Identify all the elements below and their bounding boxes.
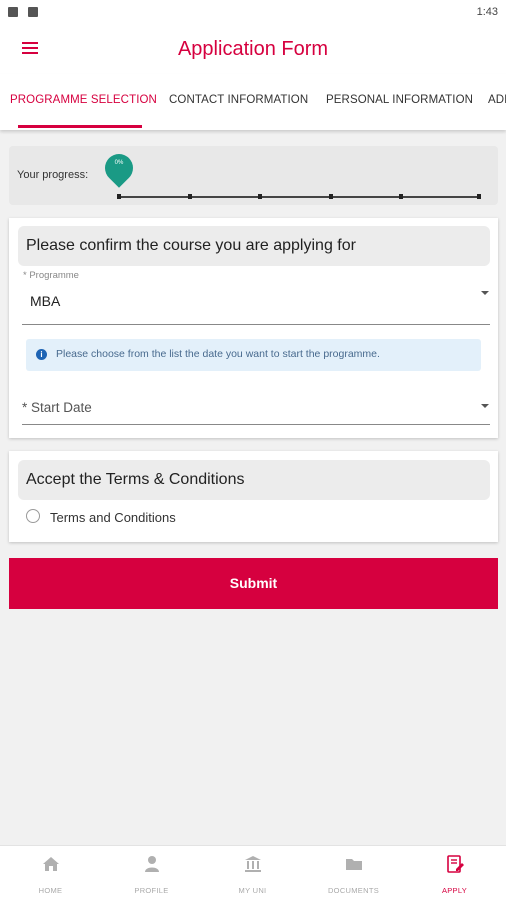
progress-track (117, 194, 481, 199)
apply-icon (446, 855, 464, 873)
submit-button[interactable]: Submit (9, 558, 498, 609)
terms-radio[interactable] (26, 509, 40, 523)
info-text: Please choose from the list the date you… (56, 348, 380, 360)
progress-value: 0% (114, 160, 124, 166)
tab-contact-information[interactable]: CONTACT INFORMATION (169, 94, 308, 106)
tab-personal-information[interactable]: PERSONAL INFORMATION (326, 94, 473, 106)
start-date-underline (22, 424, 490, 425)
progress-step (117, 194, 121, 199)
nav-documents-label: DOCUMENTS (327, 886, 380, 895)
nav-home[interactable]: HOME (0, 846, 101, 900)
terms-card-heading: Accept the Terms & Conditions (18, 460, 490, 500)
home-icon (42, 857, 59, 871)
notification-icon (28, 7, 38, 17)
nav-my-uni-label: MY UNI (238, 886, 267, 895)
nav-apply[interactable]: APPLY (404, 846, 505, 900)
terms-card: Accept the Terms & Conditions Terms and … (9, 451, 498, 542)
progress-step (477, 194, 481, 199)
nav-my-uni[interactable]: MY UNI (202, 846, 303, 900)
start-date-chevron-down-icon[interactable] (481, 404, 489, 408)
menu-icon[interactable] (22, 42, 38, 54)
programme-underline (22, 324, 490, 325)
active-tab-indicator (18, 125, 142, 128)
status-time: 1:43 (476, 6, 498, 18)
course-card-heading: Please confirm the course you are applyi… (18, 226, 490, 266)
page-title: Application Form (177, 37, 329, 60)
tab-bar: PROGRAMME SELECTION CONTACT INFORMATION … (0, 74, 506, 130)
start-date-select[interactable]: * Start Date (22, 400, 92, 415)
image-notification-icon (8, 7, 18, 17)
university-icon (244, 856, 261, 872)
status-icons (8, 7, 38, 17)
profile-icon (144, 856, 159, 872)
terms-radio-label[interactable]: Terms and Conditions (50, 510, 176, 525)
tab-programme-selection[interactable]: PROGRAMME SELECTION (10, 94, 157, 106)
programme-chevron-down-icon[interactable] (481, 291, 489, 295)
app-bar: Application Form (0, 24, 506, 74)
bottom-nav: HOME PROFILE MY UNI DOCUMENTS APPLY (0, 845, 506, 900)
course-card: Please confirm the course you are applyi… (9, 218, 498, 438)
progress-label: Your progress: (17, 169, 89, 181)
progress-step (399, 194, 403, 199)
info-icon: i (36, 349, 47, 360)
status-bar: 1:43 (0, 0, 506, 24)
nav-home-label: HOME (38, 886, 63, 895)
programme-select[interactable]: MBA (30, 293, 60, 309)
progress-step (258, 194, 262, 199)
progress-pin (99, 148, 139, 188)
nav-documents[interactable]: DOCUMENTS (303, 846, 404, 900)
programme-label: * Programme (23, 270, 79, 281)
progress-card: Your progress: 0% (9, 146, 498, 205)
progress-step (188, 194, 192, 199)
nav-apply-label: APPLY (441, 886, 468, 895)
folder-icon (345, 859, 362, 870)
nav-profile[interactable]: PROFILE (101, 846, 202, 900)
info-box: i Please choose from the list the date y… (26, 339, 481, 371)
progress-step (329, 194, 333, 199)
nav-profile-label: PROFILE (134, 886, 169, 895)
tab-additional[interactable]: ADI (488, 94, 506, 106)
